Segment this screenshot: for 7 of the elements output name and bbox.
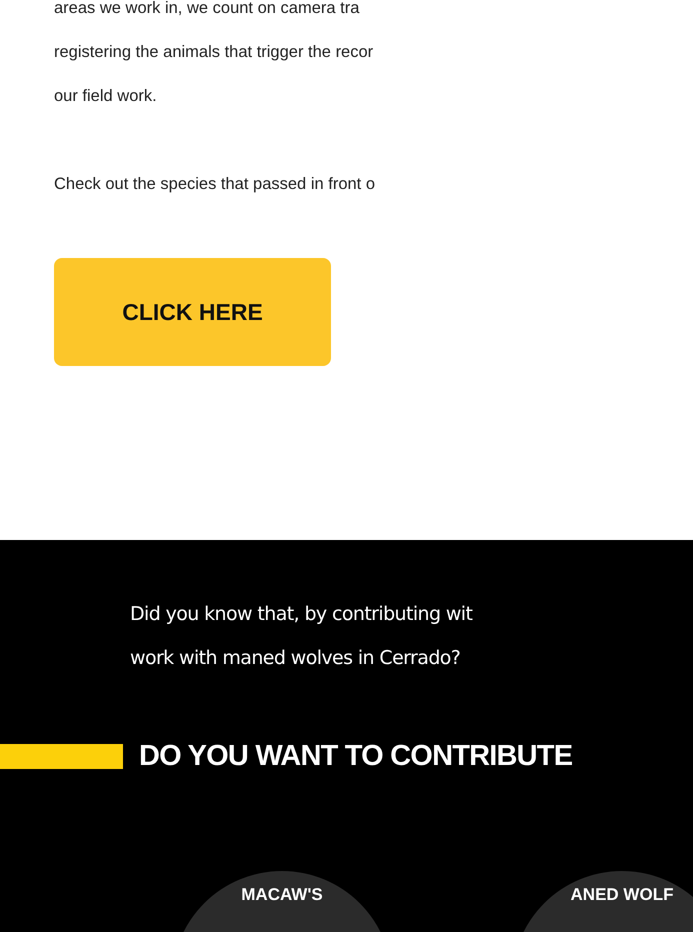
footer-paragraph: Did you know that, by contributing wit work with maned wolves in Cerrado? <box>129 602 474 671</box>
body-paragraph: areas we work in, we count on camera tra registering the animals that trigger the recor our field work. <box>54 0 374 107</box>
badge-label: MACAW'S <box>241 885 323 905</box>
body-text: Check out the species that passed in front o <box>54 174 376 195</box>
section-heading: DO YOU WANT TO CONTRIBUTE <box>139 740 572 773</box>
click-here-button[interactable]: CLICK HERE <box>54 258 331 366</box>
badge-label: ANED WOLF <box>570 885 674 905</box>
